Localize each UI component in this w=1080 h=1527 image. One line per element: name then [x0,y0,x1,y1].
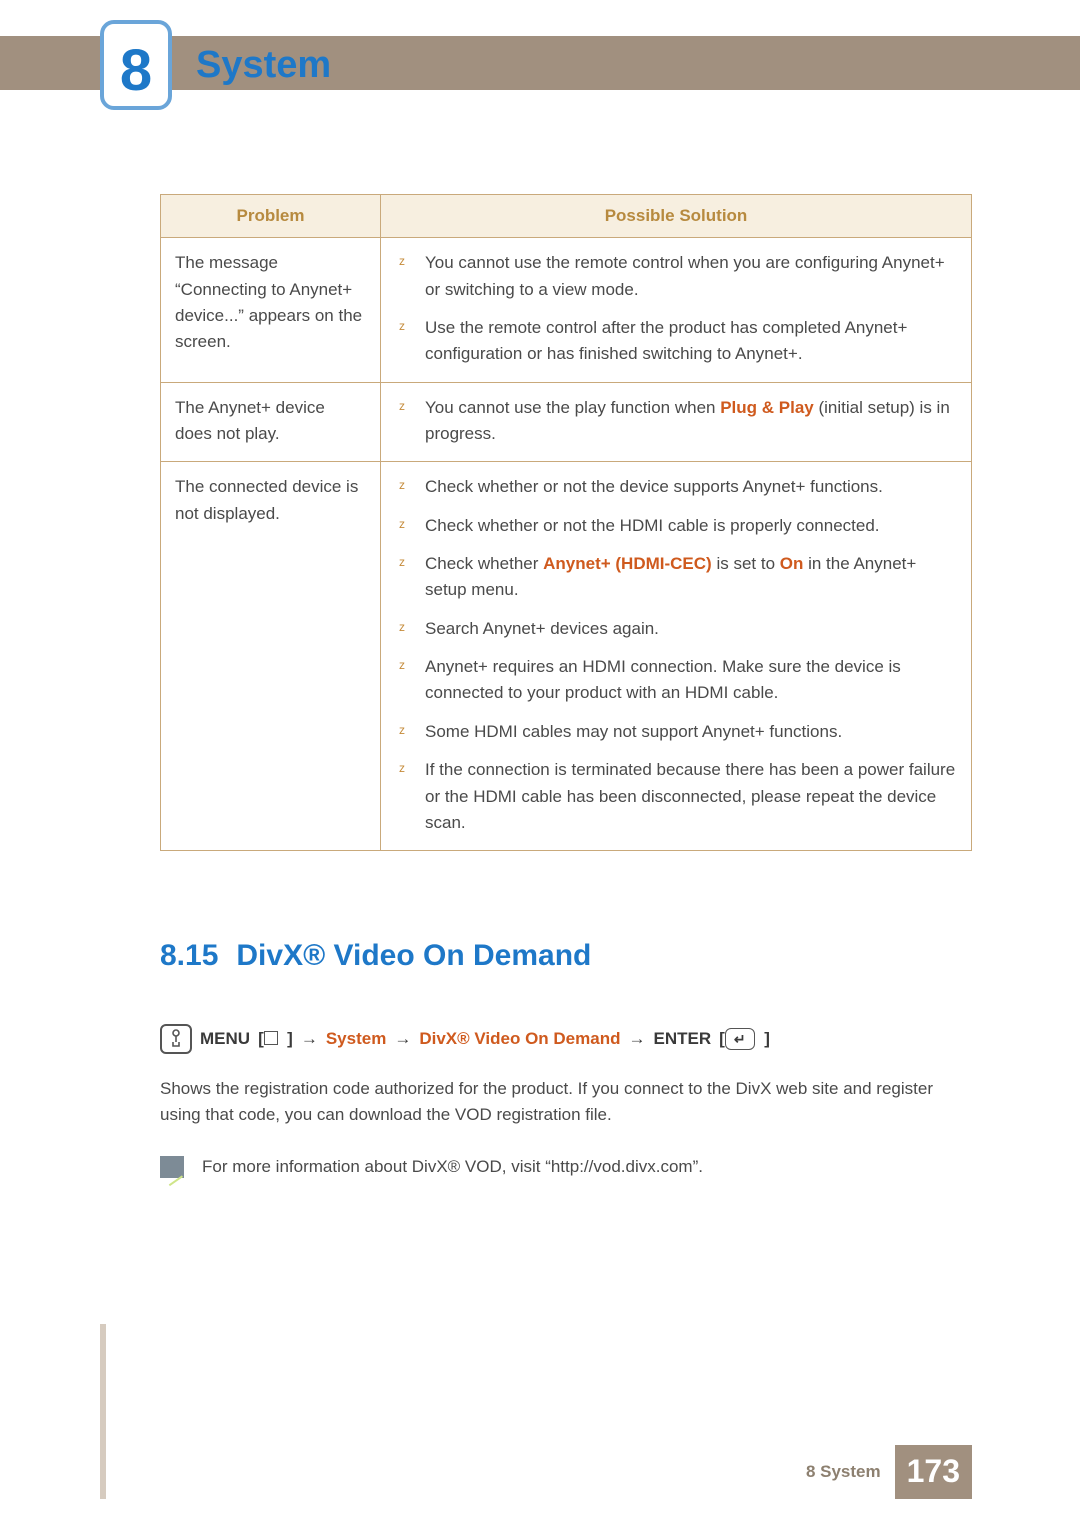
footer-label: 8 System [806,1459,881,1485]
problem-cell: The Anynet+ device does not play. [161,382,381,462]
arrow-icon: → [301,1026,318,1052]
text-fragment: is set to [712,554,780,573]
problem-cell: The connected device is not displayed. [161,462,381,851]
solution-cell: You cannot use the play function when Pl… [381,382,972,462]
list-item: You cannot use the remote control when y… [395,250,957,315]
page-number: 173 [895,1445,972,1499]
note-text: For more information about DivX® VOD, vi… [202,1154,703,1180]
table-row: The connected device is not displayed. C… [161,462,972,851]
section-title: DivX® Video On Demand [236,939,591,972]
menu-path: MENU [ ] → System → DivX® Video On Deman… [160,1024,972,1054]
enter-icon: ↵ [725,1028,755,1050]
text-fragment: You cannot use the play function when [425,398,720,417]
highlight-text: Plug & Play [720,398,814,417]
list-item: Search Anynet+ devices again. [395,616,957,654]
chapter-title: System [196,36,331,95]
table-row: The Anynet+ device does not play. You ca… [161,382,972,462]
highlight-text: Anynet+ (HDMI-CEC) [543,554,712,573]
menu-path-item: System [326,1026,386,1052]
text-fragment: Check whether [425,554,543,573]
note-icon [160,1156,184,1178]
menu-path-item: DivX® Video On Demand [419,1026,620,1052]
chapter-tab: 8 [100,20,172,110]
enter-label: ENTER [653,1026,711,1052]
page-footer: 8 System 173 [806,1445,972,1499]
highlight-text: On [780,554,804,573]
list-item: You cannot use the play function when Pl… [395,395,957,448]
section-heading: 8.15 DivX® Video On Demand [160,933,972,980]
square-icon [264,1031,278,1045]
arrow-icon: → [394,1026,411,1052]
list-item: Some HDMI cables may not support Anynet+… [395,719,957,757]
menu-bracket: [ ] [258,1026,293,1052]
problem-cell: The message “Connecting to Anynet+ devic… [161,238,381,382]
list-item: Check whether or not the HDMI cable is p… [395,513,957,551]
solution-cell: Check whether or not the device supports… [381,462,972,851]
list-item: If the connection is terminated because … [395,757,957,836]
table-row: The message “Connecting to Anynet+ devic… [161,238,972,382]
col-header-problem: Problem [161,195,381,238]
list-item: Check whether Anynet+ (HDMI-CEC) is set … [395,551,957,616]
page-content: Problem Possible Solution The message “C… [160,194,972,1181]
list-item: Use the remote control after the product… [395,315,957,368]
note-row: For more information about DivX® VOD, vi… [160,1154,972,1180]
body-paragraph: Shows the registration code authorized f… [160,1076,972,1129]
col-header-solution: Possible Solution [381,195,972,238]
troubleshoot-table: Problem Possible Solution The message “C… [160,194,972,851]
solution-cell: You cannot use the remote control when y… [381,238,972,382]
list-item: Check whether or not the device supports… [395,474,957,512]
left-margin-bar [100,1324,106,1499]
list-item: Anynet+ requires an HDMI connection. Mak… [395,654,957,719]
chapter-number: 8 [120,26,152,116]
menu-label: MENU [200,1026,250,1052]
arrow-icon: → [628,1026,645,1052]
enter-bracket: [↵ ] [719,1026,770,1052]
touch-icon [160,1024,192,1054]
section-number: 8.15 [160,939,218,972]
